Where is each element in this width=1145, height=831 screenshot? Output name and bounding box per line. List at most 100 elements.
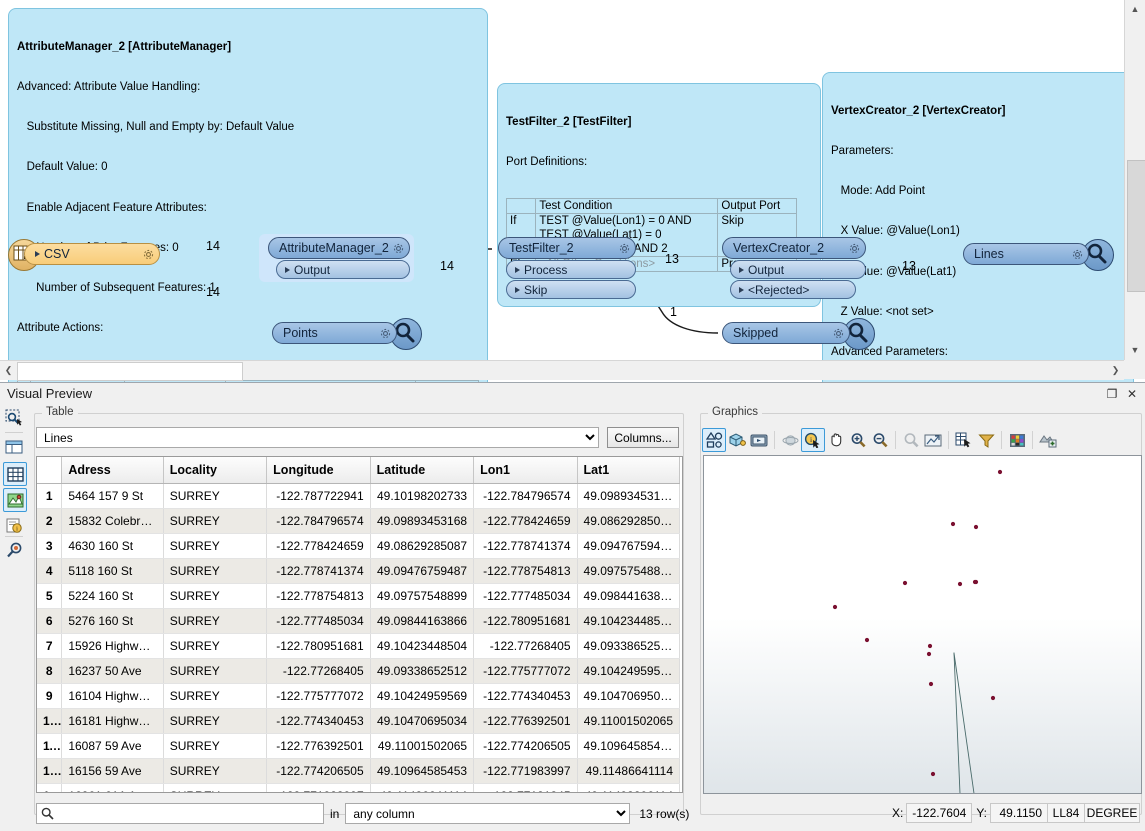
zoom-query-icon[interactable] (900, 429, 922, 451)
add-background-icon[interactable] (1037, 429, 1059, 451)
table-row[interactable]: 4 5118 160 St SURREY -122.778741374 49.09476… (37, 558, 681, 584)
layout-panels-icon[interactable] (3, 436, 25, 458)
search-in-label: in (330, 806, 340, 821)
draw-style-icon[interactable] (702, 428, 726, 452)
th-lat1[interactable]: Lat1 (577, 457, 681, 484)
geometry-vertex (832, 604, 838, 610)
zoom-in-icon[interactable] (847, 429, 869, 451)
bug-magnifier-icon (7, 542, 22, 558)
search-input[interactable] (36, 803, 324, 824)
table-row[interactable]: 3 4630 160 St SURREY -122.778424659 49.08629… (37, 533, 681, 559)
hscroll-left-button[interactable]: ❮ (0, 361, 17, 380)
table-row[interactable]: 7 15926 Highway ... SURREY -122.780951681 49… (37, 633, 681, 659)
gear-icon[interactable] (848, 242, 861, 255)
annotation-title: VertexCreator_2 [VertexCreator] (831, 104, 1006, 117)
node-skipped-header[interactable]: Skipped (722, 322, 850, 344)
gear-icon[interactable] (142, 248, 155, 261)
hscroll-right-button[interactable]: ❯ (1107, 361, 1124, 380)
table-view-icon[interactable] (3, 462, 27, 486)
inspect-features-icon[interactable] (3, 407, 25, 429)
node-skipped[interactable]: Skipped (722, 322, 850, 344)
color-palette-icon[interactable] (1006, 429, 1028, 451)
port-testfilter-process[interactable]: Process (506, 260, 636, 279)
float-panel-button[interactable]: ❐ (1104, 386, 1120, 402)
dataset-select[interactable]: Lines (36, 427, 599, 448)
table-row[interactable]: 9 16104 Highway ... SURREY -122.775777072 49… (37, 683, 681, 709)
cell: SURREY (163, 533, 268, 559)
cell: 49.08629285087 (577, 508, 681, 534)
vscroll-down-button[interactable]: ▼ (1126, 341, 1144, 359)
node-lines-header[interactable]: Lines (963, 243, 1089, 265)
table-row[interactable]: 2 15832 Colebroo... SURREY -122.784796574 49… (37, 508, 681, 534)
search-scope-select[interactable]: any column (345, 803, 631, 824)
node-csv-header[interactable]: CSV (24, 243, 160, 265)
cell: 49.09844163866 (370, 608, 475, 634)
rotate-icon[interactable] (779, 429, 801, 451)
gear-icon[interactable] (1071, 248, 1084, 261)
gear-icon[interactable] (618, 242, 631, 255)
info-select-icon[interactable]: i (801, 428, 825, 452)
workflow-canvas[interactable]: AttributeManager_2 [AttributeManager] Ad… (0, 0, 1145, 382)
th-adress[interactable]: Adress (61, 457, 164, 484)
th-latitude[interactable]: Latitude (370, 457, 475, 484)
workspace-vscrollbar[interactable]: ▲ ▼ (1124, 0, 1145, 379)
cell: 49.09844163866 (577, 583, 681, 609)
zoom-to-extents-icon[interactable] (922, 429, 944, 451)
table-row[interactable]: 6 5276 160 St SURREY -122.777485034 49.09844… (37, 608, 681, 634)
table-row[interactable]: 11 16087 59 Ave SURREY -122.776392501 49.110… (37, 733, 681, 759)
columns-button[interactable]: Columns... (607, 427, 679, 448)
graphics-view-icon[interactable] (3, 488, 27, 512)
cell: -122.777485034 (473, 583, 578, 609)
geometry-vertex (990, 695, 996, 701)
table-row[interactable]: 12 16156 59 Ave SURREY -122.774206505 49.109… (37, 758, 681, 784)
select-features-icon[interactable] (953, 429, 975, 451)
port-vertexcreator-output[interactable]: Output (730, 260, 866, 279)
th-longitude[interactable]: Longitude (266, 457, 371, 484)
port-testfilter-skip[interactable]: Skip (506, 280, 636, 299)
3d-view-icon[interactable] (726, 429, 748, 451)
port-vertexcreator-rejected[interactable]: <Rejected> (730, 280, 856, 299)
hand-icon (831, 433, 842, 447)
table-row[interactable]: 8 16237 50 Ave SURREY -122.77268405 49.09338… (37, 658, 681, 684)
workspace-hscrollbar[interactable]: ❮ ❯ (0, 360, 1124, 381)
th-locality[interactable]: Locality (163, 457, 268, 484)
table-row[interactable]: 5 5224 160 St SURREY -122.778754813 49.09757… (37, 583, 681, 609)
filter-icon[interactable] (975, 429, 997, 451)
node-points[interactable]: Points (272, 322, 397, 344)
node-lines[interactable]: Lines (963, 243, 1089, 265)
node-testfilter-header[interactable]: TestFilter_2 (498, 237, 636, 259)
magnifier-plus-icon (851, 433, 866, 448)
feature-inspector-icon[interactable] (3, 540, 25, 562)
node-attributemanager[interactable]: AttributeManager_2 Output (268, 237, 410, 279)
port-attributemanager-output[interactable]: Output (276, 260, 410, 279)
node-vertexcreator[interactable]: VertexCreator_2 Output <Rejected> (722, 237, 866, 299)
gear-icon[interactable] (392, 242, 405, 255)
feature-table[interactable]: Adress Locality Longitude Latitude Lon1 … (36, 456, 683, 793)
table-group-caption: Table (42, 406, 78, 418)
feature-information-icon[interactable]: i (3, 514, 25, 536)
th-lon1[interactable]: Lon1 (473, 457, 578, 484)
vscroll-up-button[interactable]: ▲ (1126, 0, 1144, 18)
hscroll-thumb[interactable] (17, 362, 243, 381)
cell: SURREY (163, 633, 268, 659)
close-panel-button[interactable]: ✕ (1124, 386, 1140, 402)
search-icon (41, 807, 54, 820)
pan-icon[interactable] (825, 429, 847, 451)
vscroll-thumb[interactable] (1127, 160, 1145, 292)
table-row[interactable]: 1316261 61A AveSURREY-122.77198399749.11… (37, 783, 681, 792)
node-vertexcreator-header[interactable]: VertexCreator_2 (722, 237, 866, 259)
gear-icon[interactable] (379, 327, 392, 340)
table-row[interactable]: 10 16181 Highway ... SURREY -122.774340453 4… (37, 708, 681, 734)
node-csv[interactable]: CSV (24, 243, 160, 265)
zoom-out-icon[interactable] (869, 429, 891, 451)
node-testfilter[interactable]: TestFilter_2 Process Skip (498, 237, 636, 299)
toolbar-separator (5, 536, 23, 537)
graphics-canvas[interactable] (703, 455, 1142, 794)
table-row[interactable]: 1 5464 157 9 St SURREY -122.787722941 49.101… (37, 483, 681, 509)
presentation-icon[interactable] (748, 429, 770, 451)
node-points-header[interactable]: Points (272, 322, 397, 344)
node-attributemanager-header[interactable]: AttributeManager_2 (268, 237, 410, 259)
gear-icon[interactable] (832, 327, 845, 340)
cell: SURREY (163, 608, 268, 634)
cell: SURREY (163, 508, 268, 534)
